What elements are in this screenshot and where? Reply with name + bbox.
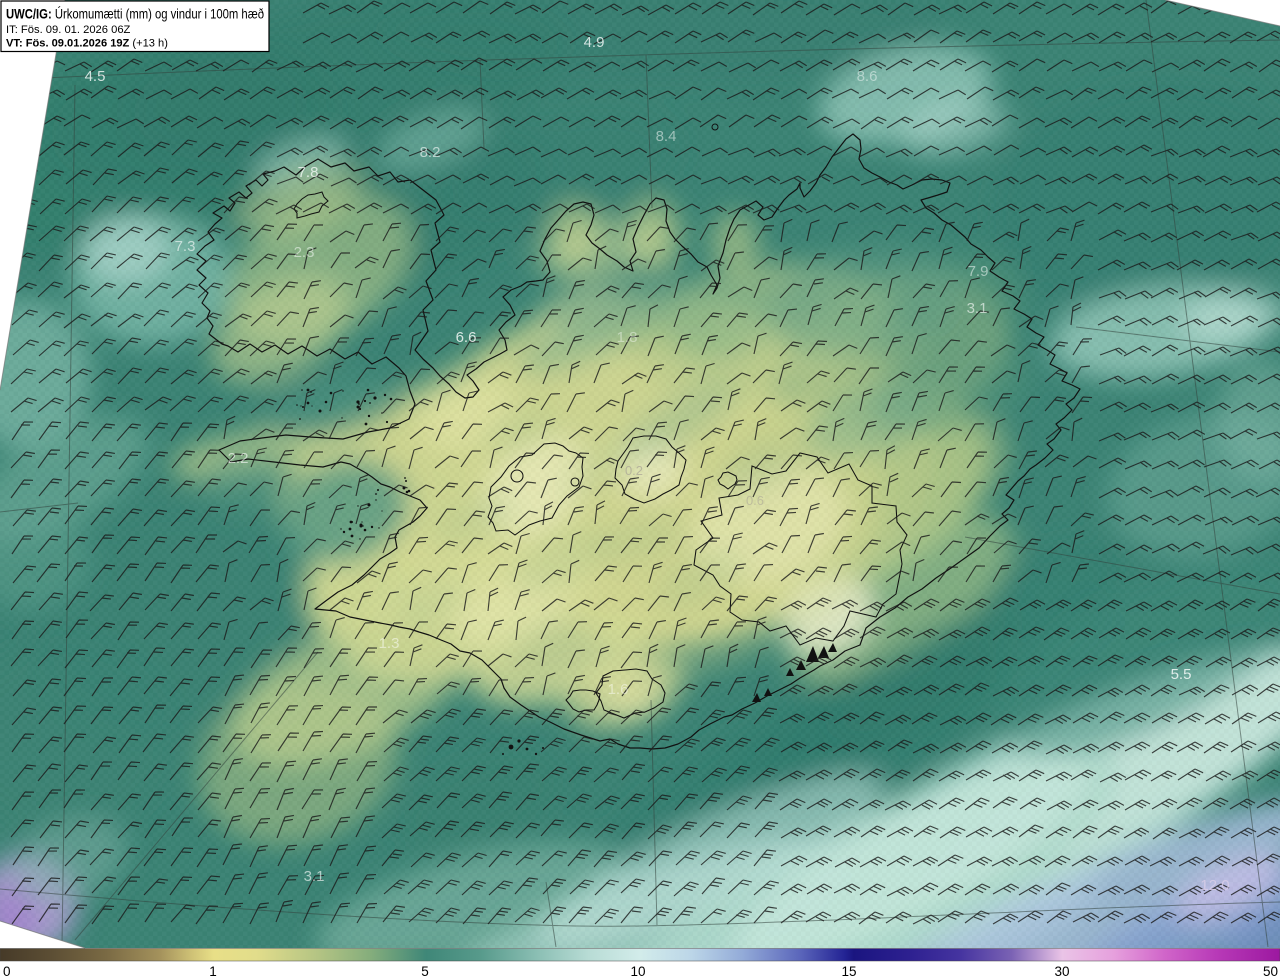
svg-text:1.8: 1.8 [617,329,638,346]
svg-text:UWC/IG: Úrkomumætti (mm) og vi: UWC/IG: Úrkomumætti (mm) og vindur i 100… [6,6,264,22]
svg-text:IT: Fös. 09. 01. 2026 06Z: IT: Fös. 09. 01. 2026 06Z [6,24,131,36]
svg-text:5.5: 5.5 [1171,666,1192,683]
svg-text:15: 15 [841,964,856,978]
svg-text:12.0: 12.0 [1200,877,1229,894]
svg-text:2.2: 2.2 [228,450,249,467]
svg-text:7.3: 7.3 [175,238,196,255]
svg-text:5: 5 [421,964,429,978]
svg-text:8.2: 8.2 [420,144,441,161]
svg-text:3.1: 3.1 [304,868,325,885]
svg-text:50: 50 [1263,964,1278,978]
svg-text:2.3: 2.3 [294,244,315,261]
svg-text:7.9: 7.9 [968,263,989,280]
svg-text:6.6: 6.6 [456,329,477,346]
svg-text:7.8: 7.8 [298,164,319,181]
svg-text:1.6: 1.6 [608,681,629,698]
svg-text:0.6: 0.6 [746,493,764,508]
svg-text:1: 1 [209,964,217,978]
svg-text:4.5: 4.5 [85,68,106,85]
svg-text:30: 30 [1054,964,1069,978]
svg-text:0.2: 0.2 [625,463,643,478]
svg-text:0: 0 [3,964,11,978]
svg-text:10: 10 [630,964,645,978]
svg-text:VT: Fös. 09.01.2026 19Z (+13 h: VT: Fös. 09.01.2026 19Z (+13 h) [6,38,168,50]
svg-text:4.9: 4.9 [584,34,605,51]
svg-text:3.1: 3.1 [967,300,988,317]
svg-text:8.4: 8.4 [656,128,677,145]
svg-text:1.3: 1.3 [379,635,400,652]
svg-text:8.6: 8.6 [857,68,878,85]
